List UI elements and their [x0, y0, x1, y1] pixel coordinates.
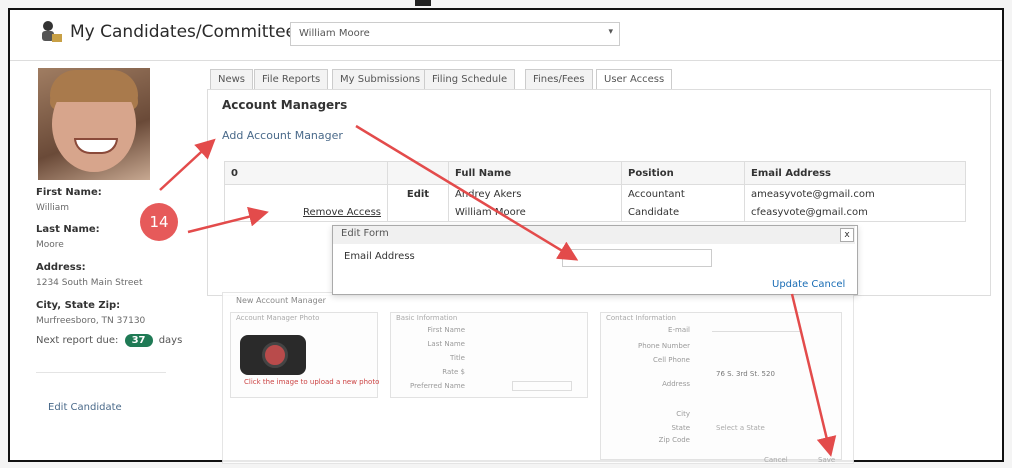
- arrow-to-save: [790, 293, 837, 457]
- arrow-to-add-manager: [159, 138, 216, 191]
- arrow-to-email-input: [355, 124, 579, 261]
- arrow-to-remove-access: [187, 206, 269, 234]
- step-number-badge: 14: [140, 203, 178, 241]
